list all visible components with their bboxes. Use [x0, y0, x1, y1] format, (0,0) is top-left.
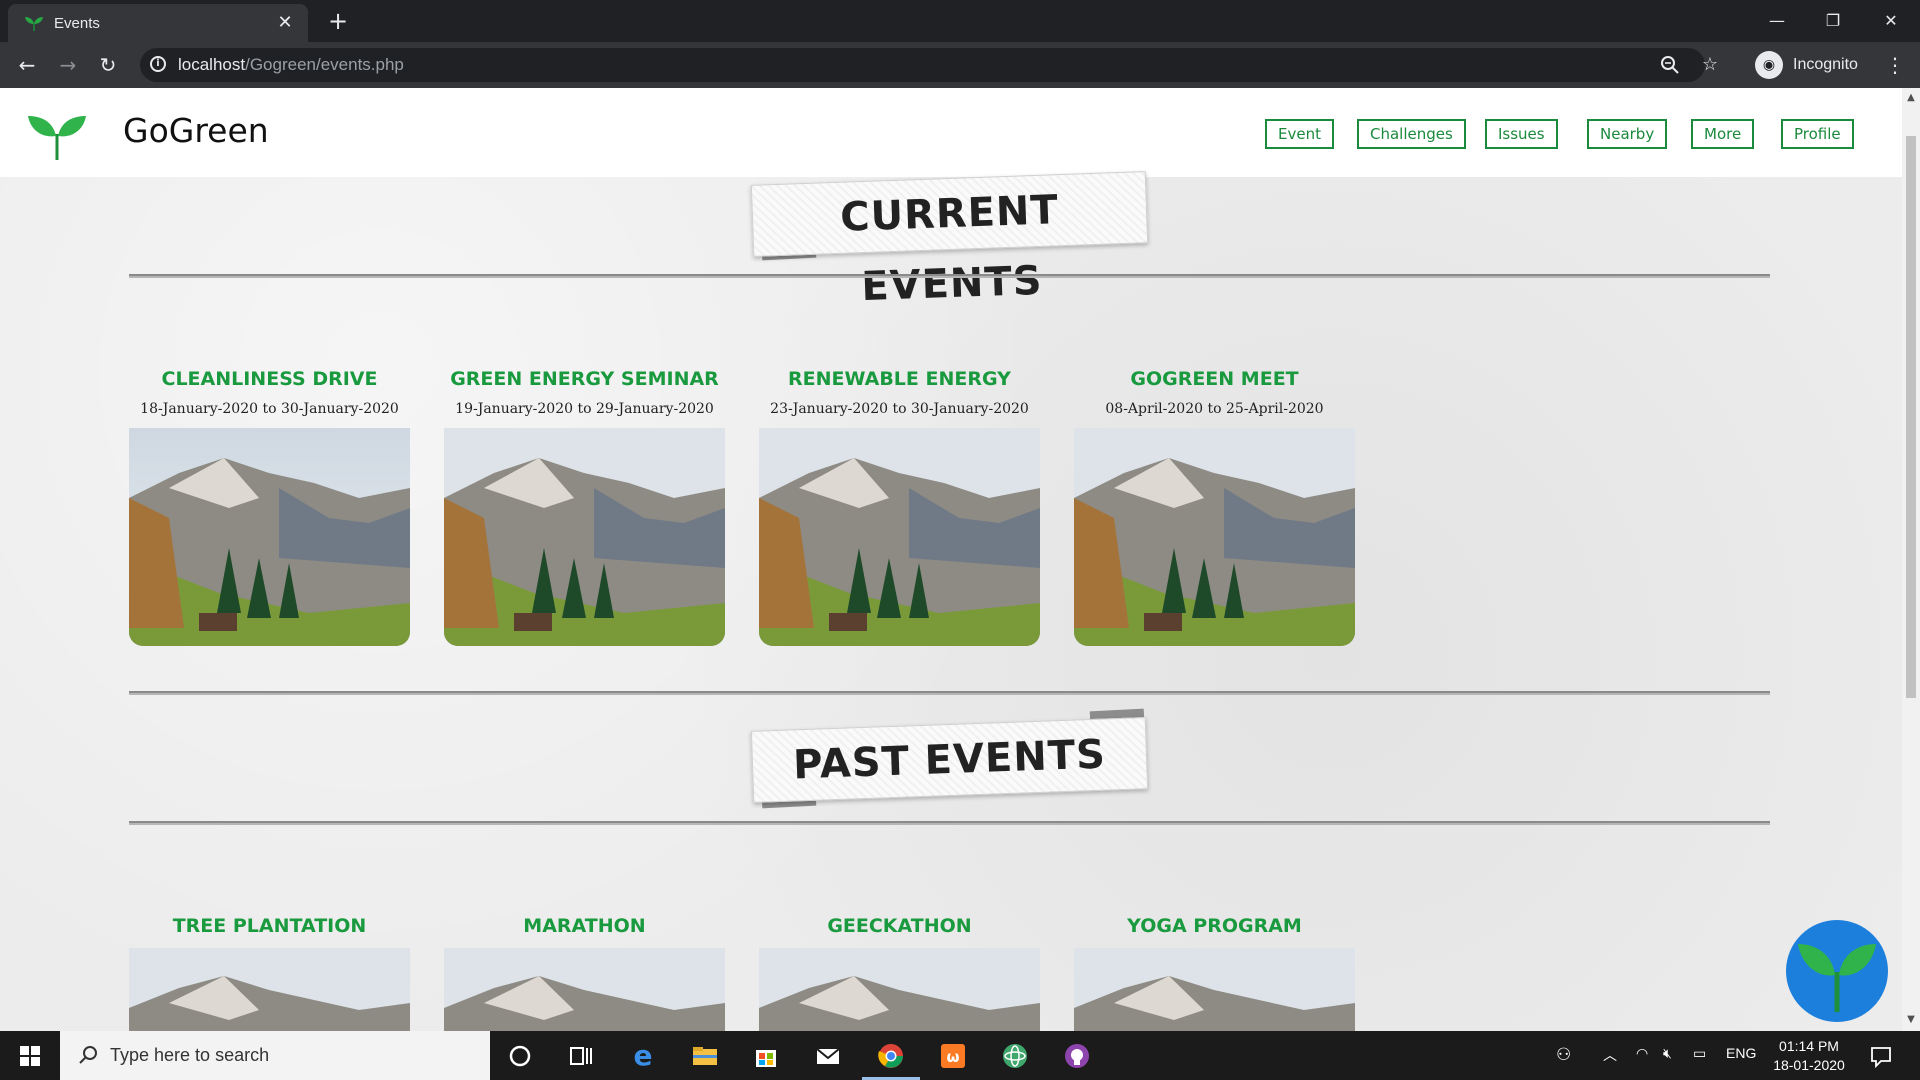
new-tab-icon[interactable]: + — [325, 8, 351, 34]
browser-tab[interactable]: Events ✕ — [8, 4, 308, 42]
reload-icon[interactable]: ↻ — [95, 52, 121, 78]
tab-title: Events — [54, 15, 100, 32]
bookmark-star-icon[interactable]: ☆ — [1698, 53, 1722, 77]
site-info-icon[interactable]: i — [150, 56, 166, 72]
browser-toolbar: ← → ↻ i localhost/Gogreen/events.php ☆ ◉… — [0, 42, 1920, 88]
site-header: GoGreen Event Challenges Issues Nearby M… — [0, 88, 1902, 177]
current-events-banner: CURRENT EVENTS — [750, 171, 1149, 311]
cortana-icon[interactable] — [505, 1041, 535, 1071]
github-desktop-icon[interactable] — [1062, 1041, 1092, 1071]
scroll-down-icon[interactable]: ▼ — [1906, 1014, 1916, 1025]
notification-center-icon[interactable] — [1866, 1041, 1896, 1071]
close-tab-icon[interactable]: ✕ — [274, 12, 296, 34]
windows-taskbar: Type here to search e ω ⚇ ︿ ◠ 🔇︎ ▭ ENG 0… — [0, 1031, 1920, 1080]
mountain-image[interactable] — [1074, 948, 1355, 1031]
windows-start-icon[interactable] — [0, 1031, 60, 1080]
event-title[interactable]: MARATHON — [444, 915, 725, 937]
minimize-icon[interactable]: — — [1762, 6, 1792, 36]
address-bar[interactable]: i localhost/Gogreen/events.php ☆ — [140, 48, 1718, 82]
search-icon — [79, 1046, 97, 1064]
edge-browser-icon[interactable]: e — [628, 1041, 658, 1071]
event-title[interactable]: RENEWABLE ENERGY — [759, 368, 1040, 390]
battery-icon[interactable]: ▭ — [1693, 1045, 1706, 1062]
event-dates: 19-January-2020 to 29-January-2020 — [455, 401, 714, 417]
forward-icon[interactable]: → — [55, 52, 81, 78]
clock-date: 18-01-2020 — [1773, 1057, 1845, 1073]
section-divider — [129, 821, 1770, 825]
gogreen-logo-icon — [28, 116, 86, 160]
plant-icon — [1798, 944, 1876, 1012]
incognito-profile[interactable]: ◉ Incognito — [1755, 48, 1858, 82]
url-text[interactable]: localhost/Gogreen/events.php — [178, 55, 404, 75]
file-explorer-icon[interactable] — [690, 1041, 720, 1071]
event-title[interactable]: GREEN ENERGY SEMINAR — [444, 368, 725, 390]
section-divider — [129, 274, 1770, 278]
store-icon[interactable] — [751, 1041, 781, 1071]
event-title[interactable]: GOGREEN MEET — [1074, 368, 1355, 390]
event-title[interactable]: CLEANLINESS DRIVE — [129, 368, 410, 390]
past-events-banner: PAST EVENTS — [750, 717, 1149, 803]
nav-issues[interactable]: Issues — [1485, 119, 1558, 149]
svg-text:e: e — [634, 1041, 653, 1071]
browser-menu-icon[interactable]: ⋮ — [1885, 52, 1905, 78]
mountain-image[interactable] — [444, 428, 725, 646]
scroll-up-icon[interactable]: ▲ — [1906, 92, 1916, 103]
mountain-image[interactable] — [129, 428, 410, 646]
scroll-thumb[interactable] — [1906, 136, 1916, 698]
volume-muted-icon[interactable]: 🔇︎ — [1663, 1045, 1672, 1062]
svg-text:ω: ω — [946, 1048, 959, 1066]
system-clock[interactable]: 01:14 PM 18-01-2020 — [1766, 1037, 1852, 1075]
event-title[interactable]: GEECKATHON — [759, 915, 1040, 937]
event-dates: 23-January-2020 to 30-January-2020 — [770, 401, 1029, 417]
taskbar-search[interactable]: Type here to search — [60, 1031, 490, 1080]
back-icon[interactable]: ← — [14, 52, 40, 78]
leaf-favicon-icon — [25, 17, 43, 31]
clock-time: 01:14 PM — [1779, 1038, 1839, 1054]
event-title[interactable]: TREE PLANTATION — [129, 915, 410, 937]
page-viewport: GoGreen Event Challenges Issues Nearby M… — [0, 88, 1902, 1031]
restore-icon[interactable]: ❐ — [1818, 6, 1848, 36]
language-indicator[interactable]: ENG — [1726, 1045, 1756, 1061]
wifi-icon[interactable]: ◠ — [1636, 1045, 1648, 1062]
search-placeholder: Type here to search — [110, 1045, 270, 1065]
event-dates: 08-April-2020 to 25-April-2020 — [1105, 401, 1324, 417]
past-events-heading: PAST EVENTS — [792, 731, 1107, 789]
incognito-icon: ◉ — [1755, 51, 1783, 79]
event-dates: 18-January-2020 to 30-January-2020 — [140, 401, 399, 417]
mountain-image[interactable] — [759, 948, 1040, 1031]
browser-tab-strip: Events ✕ + — ❐ ✕ — [0, 0, 1920, 42]
mountain-image[interactable] — [129, 948, 410, 1031]
incognito-label: Incognito — [1793, 56, 1858, 73]
nav-more[interactable]: More — [1691, 119, 1755, 149]
section-divider — [129, 691, 1770, 695]
nav-profile[interactable]: Profile — [1781, 119, 1854, 149]
mountain-image[interactable] — [444, 948, 725, 1031]
mountain-image[interactable] — [759, 428, 1040, 646]
mail-icon[interactable] — [813, 1041, 843, 1071]
xampp-icon[interactable]: ω — [938, 1041, 968, 1071]
tray-overflow-icon[interactable]: ︿ — [1603, 1045, 1617, 1065]
site-brand[interactable]: GoGreen — [123, 111, 269, 150]
nav-challenges[interactable]: Challenges — [1357, 119, 1466, 149]
event-title[interactable]: YOGA PROGRAM — [1074, 915, 1355, 937]
zoom-icon[interactable] — [1658, 53, 1682, 77]
current-events-heading: CURRENT EVENTS — [839, 187, 1060, 311]
chatbot-fab[interactable] — [1786, 920, 1888, 1022]
nav-event[interactable]: Event — [1265, 119, 1334, 149]
task-view-icon[interactable] — [566, 1041, 596, 1071]
window-close-icon[interactable]: ✕ — [1876, 6, 1906, 36]
atom-icon[interactable] — [1000, 1041, 1030, 1071]
mountain-image[interactable] — [1074, 428, 1355, 646]
nav-nearby[interactable]: Nearby — [1587, 119, 1668, 149]
people-icon[interactable]: ⚇ — [1556, 1045, 1571, 1065]
page-scrollbar[interactable]: ▲ ▼ — [1902, 88, 1920, 1031]
chrome-icon[interactable] — [876, 1041, 906, 1071]
